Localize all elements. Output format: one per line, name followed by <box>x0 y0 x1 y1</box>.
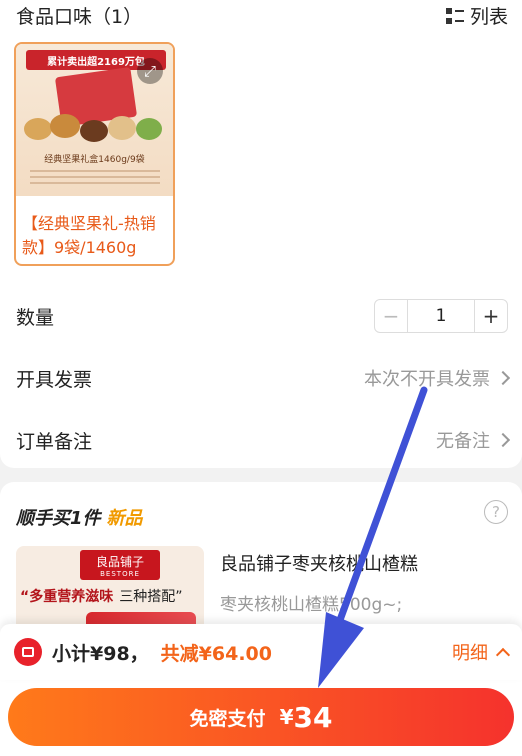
brand-logo: 良品铺子 BESTORE <box>80 550 160 580</box>
product-tile[interactable]: 累计卖出超2169万包 经典坚果礼盒1460g/9袋 ⤢ 【经典坚果礼-热销款】… <box>14 42 175 266</box>
pay-amount: 34 <box>293 700 333 734</box>
invoice-value: 本次不开具发票 <box>364 369 490 390</box>
nuts-graphic <box>24 110 164 150</box>
quantity-stepper: − 1 + <box>374 299 508 333</box>
summary-bar: 小计¥98， 共减¥64.00 明细 <box>0 624 522 680</box>
new-badge: 新品 <box>106 508 143 529</box>
increment-button[interactable]: + <box>475 300 507 332</box>
quantity-row: 数量 − 1 + <box>16 299 508 333</box>
section-title: 食品口味（1） <box>16 6 143 28</box>
expand-icon[interactable]: ⤢ <box>137 58 163 84</box>
view-toggle-label: 列表 <box>469 6 508 28</box>
coupon-icon <box>14 638 42 666</box>
quantity-value[interactable]: 1 <box>407 300 475 332</box>
list-view-toggle[interactable]: 列表 <box>445 2 508 29</box>
pay-button[interactable]: 免密支付 ¥ 34 <box>8 688 514 746</box>
addon-title-text: 顺手买1件 <box>16 508 101 529</box>
discount-text: 共减¥64.00 <box>160 642 272 665</box>
brand-logo-subtext: BESTORE <box>100 569 140 578</box>
brand-logo-text: 良品铺子 <box>95 554 144 569</box>
remark-label: 订单备注 <box>16 430 93 453</box>
chevron-up-icon <box>495 647 511 663</box>
image-caption: 经典坚果礼盒1460g/9袋 <box>44 155 145 165</box>
addon-title: 顺手买1件 新品 <box>16 504 143 530</box>
subtotal-text: 小计¥98， <box>52 642 149 665</box>
pay-label: 免密支付 <box>189 707 266 730</box>
invoice-label: 开具发票 <box>16 368 93 391</box>
invoice-row[interactable]: 开具发票 本次不开具发票 <box>16 362 511 394</box>
image-detail-lines <box>30 166 160 192</box>
chevron-right-icon <box>495 432 511 448</box>
help-icon[interactable]: ? <box>484 500 508 524</box>
remark-row[interactable]: 订单备注 无备注 <box>16 424 511 456</box>
detail-label: 明细 <box>452 643 488 664</box>
chevron-right-icon <box>495 370 511 386</box>
image-slogan: “多重营养滋味 三种搭配” <box>20 586 182 606</box>
product-image: 累计卖出超2169万包 经典坚果礼盒1460g/9袋 ⤢ <box>16 44 173 196</box>
quantity-label: 数量 <box>16 306 55 329</box>
addon-item-name[interactable]: 良品铺子枣夹核桃山楂糕 <box>220 550 418 576</box>
image-slogan-extra: 三种搭配” <box>119 589 183 605</box>
detail-button[interactable]: 明细 <box>452 639 511 665</box>
remark-value: 无备注 <box>436 431 490 452</box>
pay-currency: ¥ <box>279 705 294 729</box>
addon-item-desc: 枣夹核桃山楂糕500g~; <box>220 595 403 615</box>
decrement-button[interactable]: − <box>375 300 407 332</box>
product-name: 【经典坚果礼-热销款】9袋/1460g <box>22 214 156 257</box>
image-slogan-main: “多重营养滋味 <box>20 589 114 605</box>
order-card: 食品口味（1） 列表 累计卖出超2169万包 经典坚果礼盒1460g/9袋 ⤢ … <box>0 0 522 468</box>
list-view-icon <box>445 7 464 25</box>
